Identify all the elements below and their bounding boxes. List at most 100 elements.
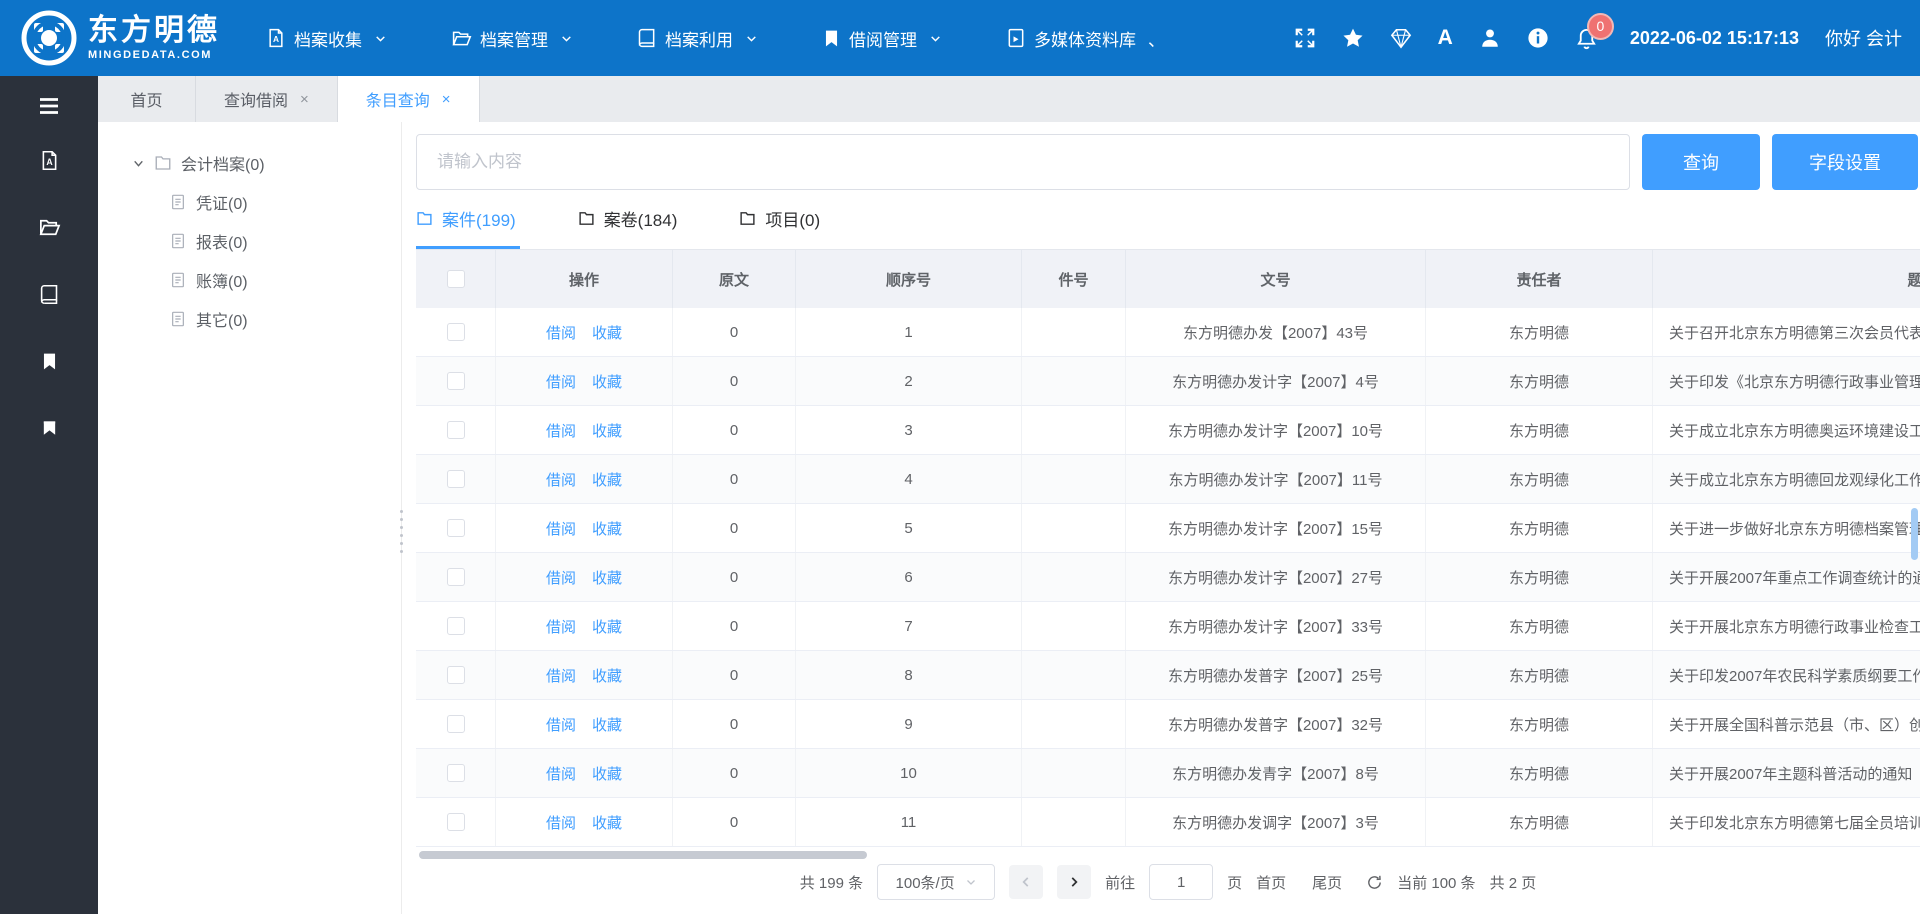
- horizontal-scrollbar-thumb[interactable]: [419, 851, 867, 859]
- row-author-cell: 东方明德: [1426, 504, 1653, 552]
- row-original-cell: 0: [673, 749, 796, 797]
- borrow-link[interactable]: 借阅: [546, 322, 576, 343]
- row-checkbox[interactable]: [447, 715, 465, 733]
- last-page-link[interactable]: 尾页: [1312, 872, 1342, 893]
- hamburger-menu-icon[interactable]: [37, 88, 61, 124]
- select-all-checkbox[interactable]: [447, 270, 465, 288]
- tree-node-accounting-archive[interactable]: 会计档案(0): [98, 144, 401, 182]
- chevron-down-icon: [374, 32, 387, 45]
- favorite-link[interactable]: 收藏: [592, 714, 622, 735]
- row-operation-cell: 借阅 收藏: [496, 553, 673, 601]
- borrow-link[interactable]: 借阅: [546, 371, 576, 392]
- refresh-icon[interactable]: [1366, 874, 1383, 891]
- borrow-link[interactable]: 借阅: [546, 469, 576, 490]
- tree-node-ledger[interactable]: 账簿(0): [98, 260, 401, 299]
- row-checkbox[interactable]: [447, 323, 465, 341]
- query-button[interactable]: 查询: [1642, 134, 1760, 190]
- favorite-link[interactable]: 收藏: [592, 322, 622, 343]
- user-icon[interactable]: [1479, 27, 1501, 49]
- row-checkbox[interactable]: [447, 568, 465, 586]
- rail-archive-manage-icon[interactable]: [38, 209, 61, 245]
- favorite-link[interactable]: 收藏: [592, 518, 622, 539]
- gem-icon[interactable]: [1390, 27, 1412, 49]
- favorite-link[interactable]: 收藏: [592, 616, 622, 637]
- horizontal-scrollbar: [416, 849, 1920, 861]
- row-author-cell: 东方明德: [1426, 651, 1653, 699]
- borrow-link[interactable]: 借阅: [546, 812, 576, 833]
- borrow-link[interactable]: 借阅: [546, 714, 576, 735]
- favorite-link[interactable]: 收藏: [592, 812, 622, 833]
- menu-borrow-manage[interactable]: 借阅管理: [822, 26, 942, 51]
- first-page-link[interactable]: 首页: [1256, 872, 1286, 893]
- rail-archive-collect-icon[interactable]: A: [39, 142, 60, 178]
- favorite-link[interactable]: 收藏: [592, 567, 622, 588]
- field-settings-button[interactable]: 字段设置: [1772, 134, 1918, 190]
- row-item-no-cell: [1022, 749, 1126, 797]
- col-item-no: 件号: [1022, 250, 1126, 308]
- goto-page-input[interactable]: [1149, 864, 1213, 900]
- tree-node-other[interactable]: 其它(0): [98, 299, 401, 338]
- row-checkbox[interactable]: [447, 813, 465, 831]
- row-checkbox[interactable]: [447, 666, 465, 684]
- notification-bell-icon[interactable]: 0: [1575, 27, 1598, 50]
- borrow-link[interactable]: 借阅: [546, 763, 576, 784]
- row-item-no-cell: [1022, 602, 1126, 650]
- row-original-cell: 0: [673, 651, 796, 699]
- next-page-button[interactable]: [1057, 865, 1091, 899]
- borrow-link[interactable]: 借阅: [546, 616, 576, 637]
- rail-media-file-icon[interactable]: [41, 410, 58, 446]
- vertical-scrollbar-thumb[interactable]: [1911, 508, 1918, 560]
- tab-entry-query[interactable]: 条目查询 ×: [338, 76, 480, 122]
- row-checkbox[interactable]: [447, 470, 465, 488]
- document-icon: [170, 233, 186, 249]
- user-greeting[interactable]: 你好 会计: [1825, 25, 1902, 51]
- row-sequence-cell: 2: [796, 357, 1022, 405]
- row-operation-cell: 借阅 收藏: [496, 651, 673, 699]
- rtab-cases[interactable]: 案件(199): [416, 206, 520, 249]
- close-icon[interactable]: ×: [442, 92, 451, 107]
- favorite-link[interactable]: 收藏: [592, 420, 622, 441]
- tree-node-voucher[interactable]: 凭证(0): [98, 182, 401, 221]
- row-operation-cell: 借阅 收藏: [496, 798, 673, 846]
- row-checkbox[interactable]: [447, 764, 465, 782]
- row-checkbox-cell: [416, 455, 496, 503]
- app-logo[interactable]: 东方明德 MINGDEDATA.COM: [20, 9, 220, 67]
- star-icon[interactable]: [1342, 27, 1364, 49]
- bookmark-icon: [822, 29, 841, 48]
- borrow-link[interactable]: 借阅: [546, 665, 576, 686]
- favorite-link[interactable]: 收藏: [592, 469, 622, 490]
- borrow-link[interactable]: 借阅: [546, 518, 576, 539]
- tab-home[interactable]: 首页: [98, 76, 196, 122]
- rtab-projects[interactable]: 项目(0): [739, 206, 824, 249]
- row-checkbox[interactable]: [447, 372, 465, 390]
- menu-multimedia-library[interactable]: 多媒体资料库 、: [1006, 26, 1165, 51]
- info-icon[interactable]: [1527, 27, 1549, 49]
- table-row: 借阅 收藏 0 11 东方明德办发调字【2007】3号 东方明德 关于印发北京东…: [416, 798, 1920, 847]
- search-input[interactable]: [416, 134, 1630, 190]
- fullscreen-icon[interactable]: [1294, 27, 1316, 49]
- caret-down-icon[interactable]: [132, 157, 145, 170]
- close-icon[interactable]: ×: [300, 92, 309, 107]
- menu-archive-collect[interactable]: A 档案收集: [266, 26, 387, 51]
- row-checkbox[interactable]: [447, 617, 465, 635]
- menu-archive-use[interactable]: 档案利用: [637, 26, 758, 51]
- favorite-link[interactable]: 收藏: [592, 665, 622, 686]
- rtab-files[interactable]: 案卷(184): [578, 206, 682, 249]
- rail-archive-use-icon[interactable]: [39, 276, 60, 312]
- row-sequence-cell: 11: [796, 798, 1022, 846]
- menu-archive-manage[interactable]: 档案管理: [451, 26, 573, 51]
- row-checkbox[interactable]: [447, 519, 465, 537]
- borrow-link[interactable]: 借阅: [546, 567, 576, 588]
- favorite-link[interactable]: 收藏: [592, 371, 622, 392]
- row-doc-no-cell: 东方明德办发计字【2007】10号: [1126, 406, 1426, 454]
- prev-page-button[interactable]: [1009, 865, 1043, 899]
- row-checkbox[interactable]: [447, 421, 465, 439]
- borrow-link[interactable]: 借阅: [546, 420, 576, 441]
- tree-node-report[interactable]: 报表(0): [98, 221, 401, 260]
- rail-borrow-manage-icon[interactable]: [40, 343, 59, 379]
- font-size-icon[interactable]: A: [1438, 27, 1453, 49]
- col-operation: 操作: [496, 250, 673, 308]
- page-size-select[interactable]: 100条/页: [877, 864, 995, 900]
- tab-query-borrow[interactable]: 查询借阅 ×: [196, 76, 338, 122]
- favorite-link[interactable]: 收藏: [592, 763, 622, 784]
